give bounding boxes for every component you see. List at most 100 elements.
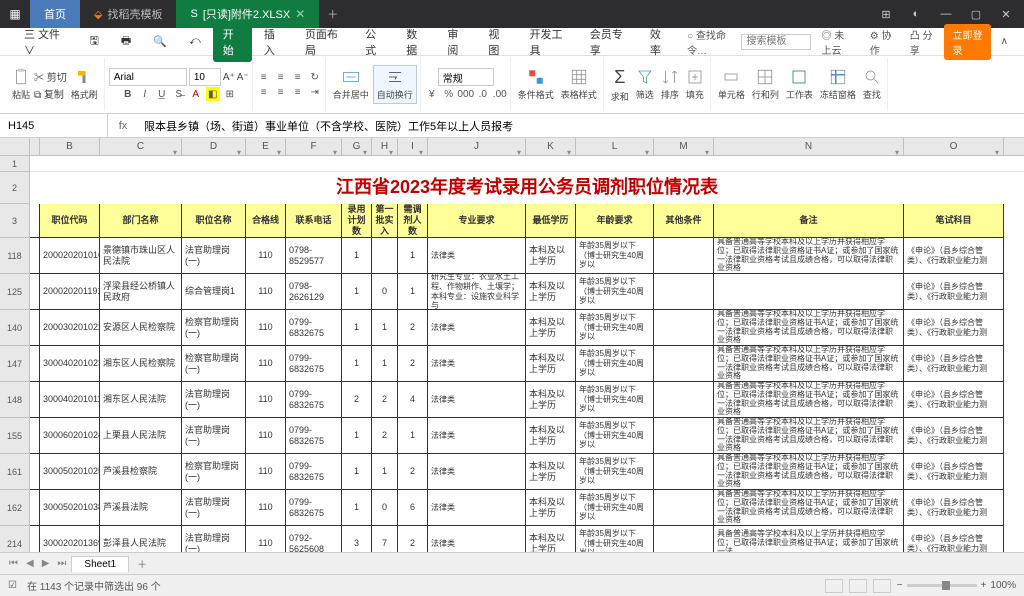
tab-close-icon[interactable]: ✕: [295, 7, 305, 21]
cell-tel[interactable]: 0799-6832675: [286, 454, 342, 490]
add-sheet-icon[interactable]: ＋: [131, 554, 153, 573]
col-D[interactable]: D▾: [182, 138, 246, 155]
cell-dept[interactable]: 景德镇市珠山区人民法院: [100, 238, 182, 274]
collab-button[interactable]: ⚙ 协作: [864, 25, 900, 59]
cell-pos[interactable]: 综合管理岗1: [182, 274, 246, 310]
fill-button[interactable]: 填充: [683, 66, 707, 103]
merge-button[interactable]: 合并居中: [330, 66, 372, 103]
align-left-icon[interactable]: ≡: [257, 85, 271, 99]
tab-next-icon[interactable]: ▶: [39, 558, 53, 569]
cell-code[interactable]: 200030201022: [40, 310, 100, 346]
col-B[interactable]: B: [40, 138, 100, 155]
indent-icon[interactable]: ⇥: [308, 85, 322, 99]
col-I[interactable]: I▾: [398, 138, 428, 155]
font-name-select[interactable]: [109, 68, 187, 86]
underline-icon[interactable]: U̲: [155, 87, 169, 101]
cell-edu[interactable]: 本科及以上学历: [526, 238, 576, 274]
zoom-level[interactable]: 100%: [990, 580, 1016, 591]
cell-line[interactable]: 110: [246, 454, 286, 490]
cell-age[interactable]: 年龄35周岁以下（博士研究生40周岁以: [576, 418, 654, 454]
cell-pos[interactable]: 法官助理岗(一): [182, 418, 246, 454]
tab-last-icon[interactable]: ⏭: [54, 558, 69, 569]
cell-code[interactable]: 300050201025: [40, 454, 100, 490]
col-O[interactable]: O▾: [904, 138, 1004, 155]
zoom-in-icon[interactable]: +: [981, 580, 987, 591]
sum-button[interactable]: Σ求和: [608, 65, 632, 105]
row-hdr-2[interactable]: 2: [0, 172, 30, 204]
cell-plan[interactable]: 1: [342, 238, 372, 274]
sort-button[interactable]: 排序: [658, 66, 682, 103]
cell-edu[interactable]: 本科及以上学历: [526, 310, 576, 346]
cell-plan[interactable]: 3: [342, 526, 372, 552]
login-button[interactable]: 立即登录: [944, 24, 990, 60]
cell-note[interactable]: [714, 274, 904, 310]
row-hdr[interactable]: 118: [0, 238, 30, 274]
copy-button[interactable]: ⧉ 复制: [34, 86, 67, 101]
cell-note[interactable]: 具备普通高等学校本科及以上学历并获得相应学位；已取得法律职业资格证书A证；或参加…: [714, 310, 904, 346]
cell-exam[interactable]: 《申论》（县乡综合管类）、《行政职业能力测: [904, 310, 1004, 346]
row-hdr[interactable]: 148: [0, 382, 30, 418]
menu-start[interactable]: 开始: [213, 22, 252, 62]
cell-pos[interactable]: 法官助理岗(一): [182, 526, 246, 552]
cell-plan[interactable]: 1: [342, 454, 372, 490]
col-G[interactable]: G▾: [342, 138, 372, 155]
cell-tel[interactable]: 0799-6832675: [286, 382, 342, 418]
col-M[interactable]: M▾: [654, 138, 714, 155]
dec-dec-icon[interactable]: .00: [493, 87, 507, 101]
paste-button[interactable]: 粘贴: [9, 66, 33, 103]
cell-other[interactable]: [654, 454, 714, 490]
cell-edu[interactable]: 本科及以上学历: [526, 382, 576, 418]
cell-in[interactable]: 1: [372, 310, 398, 346]
tab-first-icon[interactable]: ⏮: [6, 558, 21, 569]
cell-edu[interactable]: 本科及以上学历: [526, 526, 576, 552]
menu-review[interactable]: 审阅: [437, 22, 476, 62]
cell-other[interactable]: [654, 382, 714, 418]
align-bot-icon[interactable]: ≡: [291, 70, 305, 84]
cell-code[interactable]: 200020201191: [40, 274, 100, 310]
menu-dev[interactable]: 开发工具: [520, 22, 578, 62]
cell-pos[interactable]: 检察官助理岗(一): [182, 454, 246, 490]
cell-edu[interactable]: 本科及以上学历: [526, 346, 576, 382]
col-L[interactable]: L▾: [576, 138, 654, 155]
cell-other[interactable]: [654, 418, 714, 454]
cell-major[interactable]: 法律类: [428, 382, 526, 418]
cell-line[interactable]: 110: [246, 418, 286, 454]
menu-member[interactable]: 会员专享: [580, 22, 638, 62]
cell-code[interactable]: 200020201016: [40, 238, 100, 274]
zoom-slider[interactable]: [907, 584, 977, 587]
cell-major[interactable]: 法律类: [428, 454, 526, 490]
font-grow-icon[interactable]: A⁺: [223, 68, 235, 86]
cell-in[interactable]: 0: [372, 490, 398, 526]
select-all-corner[interactable]: [0, 138, 30, 155]
cell-age[interactable]: 年龄35周岁以下（博士研究生40周岁以: [576, 382, 654, 418]
bold-icon[interactable]: B: [121, 87, 135, 101]
cell-dept[interactable]: 湘东区人民法院: [100, 382, 182, 418]
font-shrink-icon[interactable]: A⁻: [237, 68, 249, 86]
qat-print[interactable]: 🖶: [111, 28, 141, 55]
cell-in[interactable]: [372, 238, 398, 274]
cell-exam[interactable]: 《申论》（县乡综合管类）、《行政职业能力测: [904, 490, 1004, 526]
filter-button[interactable]: 筛选: [633, 66, 657, 103]
cell-edu[interactable]: 本科及以上学历: [526, 490, 576, 526]
cell-need[interactable]: 6: [398, 490, 428, 526]
share-button[interactable]: 凸 分享: [904, 25, 941, 59]
align-center-icon[interactable]: ≡: [274, 85, 288, 99]
sheet-tab-1[interactable]: Sheet1: [71, 556, 129, 572]
cell-in[interactable]: 2: [372, 382, 398, 418]
comma-icon[interactable]: 000: [459, 87, 473, 101]
row-hdr[interactable]: 155: [0, 418, 30, 454]
cell-note[interactable]: 具备普通高等学校本科及以上学历并获得相应学位；已取得法律职业资格证书A证；或参加…: [714, 454, 904, 490]
cell-pos[interactable]: 法官助理岗(一): [182, 490, 246, 526]
row-hdr-3[interactable]: 3: [0, 204, 30, 238]
font-size-select[interactable]: [189, 68, 221, 86]
cell-need[interactable]: 1: [398, 274, 428, 310]
cell-pos[interactable]: 法官助理岗(一): [182, 238, 246, 274]
cell-edu[interactable]: 本科及以上学历: [526, 454, 576, 490]
cell-tel[interactable]: 0799-6832675: [286, 490, 342, 526]
search-template-input[interactable]: [741, 34, 811, 50]
orient-icon[interactable]: ↻: [308, 70, 322, 84]
cell-code[interactable]: 300050201038: [40, 490, 100, 526]
cell-dept[interactable]: 湘东区人民检察院: [100, 346, 182, 382]
cell-note[interactable]: 具备普通高等学校本科及以上学历并获得相应学位；已取得法律职业资格证书A证；或参加…: [714, 490, 904, 526]
cell-exam[interactable]: 《申论》（县乡综合管类）、《行政职业能力测: [904, 382, 1004, 418]
